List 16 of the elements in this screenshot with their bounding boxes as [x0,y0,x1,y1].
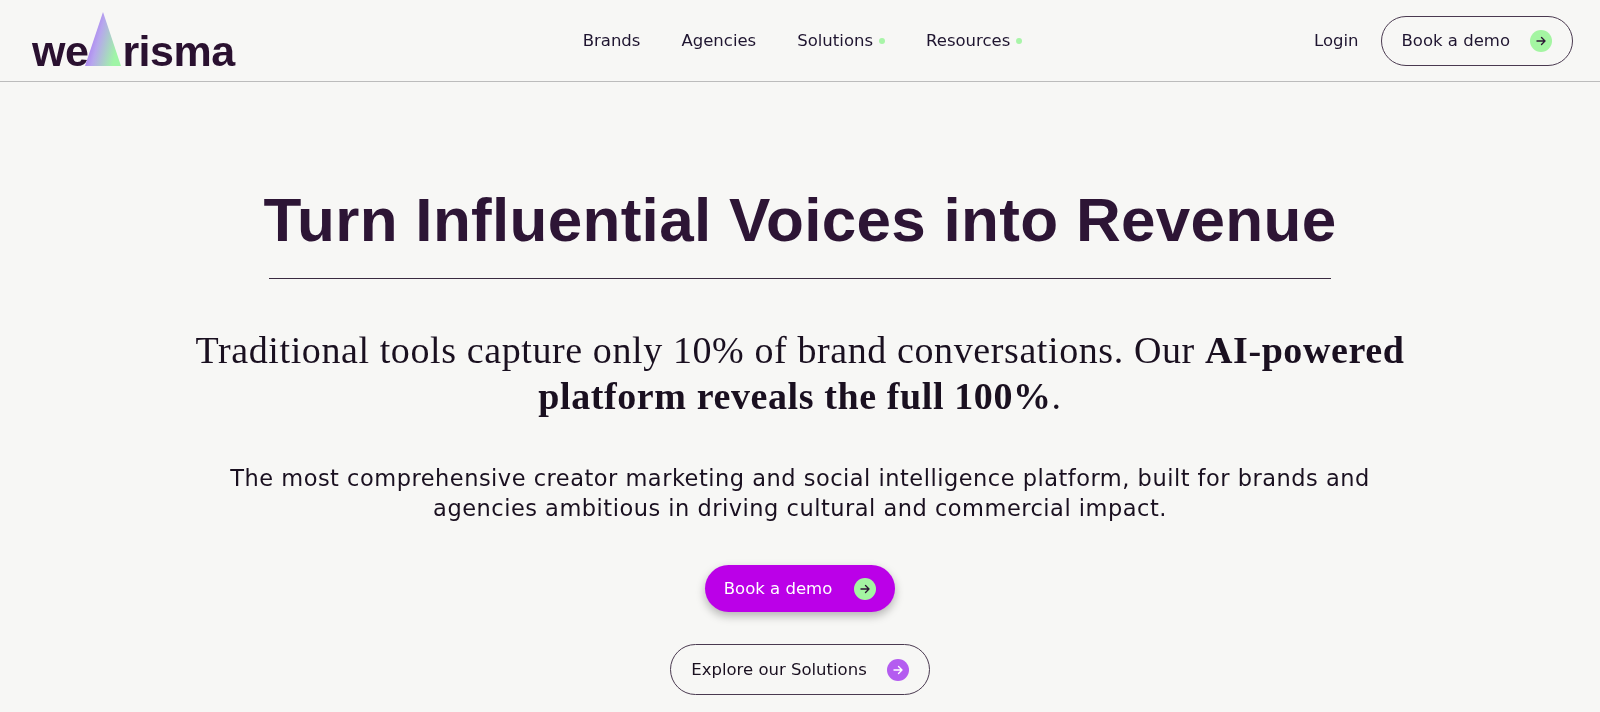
nav-link[interactable]: Agencies [681,31,757,50]
hero-description: The most comprehensive creator marketing and social intelligence platform, built for brands and agencies ambitious in driving cultural and commercial impact. [229,464,1371,523]
dropdown-dot-icon [879,37,886,44]
hero-title: Turn Influential Voices into Revenue [263,184,1337,256]
hero-subtitle: Traditional tools capture only 10% of brand conversations. Our AI-powered platform reveals the full 100%. [194,328,1406,419]
nav-link[interactable]: Resources [926,31,1023,50]
login-link[interactable]: Login [1314,31,1359,50]
logo-text[interactable]: we [32,30,89,73]
arrow-right-icon [1530,29,1552,52]
arrow-right-icon [886,658,909,681]
nav-link[interactable]: Brands [582,31,641,50]
nav-link[interactable]: Solutions [797,31,886,50]
dropdown-dot-icon [1016,37,1023,44]
arrow-right-icon [854,577,877,600]
logo-text[interactable]: risma [122,30,235,73]
book-demo-button[interactable]: Book a demo [704,565,896,612]
